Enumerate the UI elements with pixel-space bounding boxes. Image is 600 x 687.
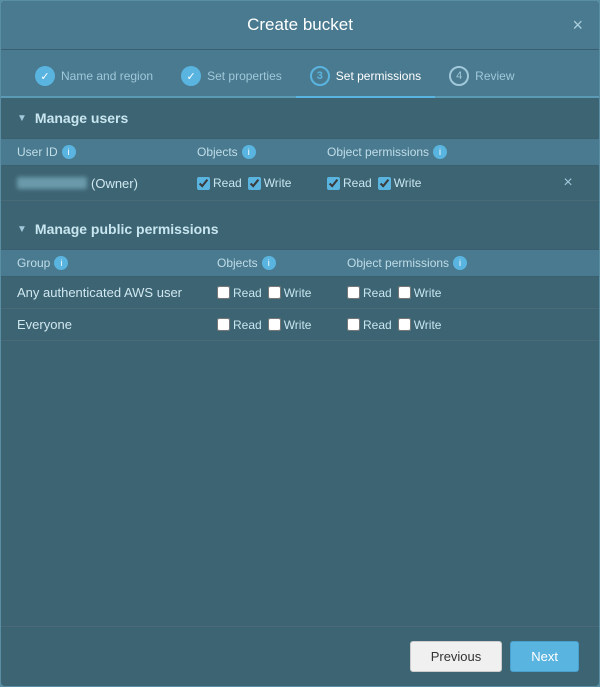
obj-permissions-col-header-users: Object permissions i [327, 145, 553, 159]
user-row: (Owner) Read Write [1, 166, 599, 201]
permissions-checkboxes-user: Read Write [327, 176, 553, 190]
aws-permissions-read-label[interactable]: Read [347, 286, 392, 300]
step-icon-4: 4 [449, 66, 469, 86]
permissions-checkboxes-everyone: Read Write [347, 318, 583, 332]
everyone-objects-read-checkbox[interactable] [217, 318, 230, 331]
modal-footer: Previous Next [1, 626, 599, 686]
step-icon-3: 3 [310, 66, 330, 86]
next-button[interactable]: Next [510, 641, 579, 672]
user-id-cell: (Owner) [17, 176, 197, 191]
step-set-permissions[interactable]: 3 Set permissions [296, 60, 435, 98]
owner-label: (Owner) [91, 176, 138, 191]
manage-public-section: ▼ Manage public permissions Group i Obje… [1, 209, 599, 341]
step-label-4: Review [475, 69, 514, 83]
objects-checkboxes-aws: Read Write [217, 286, 347, 300]
manage-public-content: Group i Objects i Object permissions i A… [1, 249, 599, 341]
aws-permissions-write-label[interactable]: Write [398, 286, 442, 300]
everyone-permissions-write-checkbox[interactable] [398, 318, 411, 331]
user-id-blurred [17, 177, 87, 189]
objects-info-icon-public[interactable]: i [262, 256, 276, 270]
everyone-permissions-read-label[interactable]: Read [347, 318, 392, 332]
collapse-arrow-public: ▼ [17, 224, 27, 235]
step-label-1: Name and region [61, 69, 153, 83]
objects-write-checkbox-user[interactable] [248, 177, 261, 190]
objects-info-icon-users[interactable]: i [242, 145, 256, 159]
manage-public-label: Manage public permissions [35, 221, 219, 237]
objects-checkboxes-everyone: Read Write [217, 318, 347, 332]
manage-users-header[interactable]: ▼ Manage users [1, 98, 599, 138]
permissions-write-checkbox-user[interactable] [378, 177, 391, 190]
group-info-icon[interactable]: i [54, 256, 68, 270]
previous-button[interactable]: Previous [410, 641, 503, 672]
collapse-arrow-users: ▼ [17, 113, 27, 124]
everyone-objects-write-checkbox[interactable] [268, 318, 281, 331]
user-id-info-icon[interactable]: i [62, 145, 76, 159]
users-table-header: User ID i Objects i Object permissions i [1, 138, 599, 166]
step-name-region[interactable]: ✓ Name and region [21, 60, 167, 96]
modal-header: Create bucket × [1, 1, 599, 50]
everyone-row: Everyone Read Write [1, 309, 599, 341]
everyone-permissions-read-checkbox[interactable] [347, 318, 360, 331]
step-set-properties[interactable]: ✓ Set properties [167, 60, 296, 96]
objects-read-checkbox-user[interactable] [197, 177, 210, 190]
step-review[interactable]: 4 Review [435, 60, 528, 96]
objects-write-label-user[interactable]: Write [248, 176, 292, 190]
wizard-steps: ✓ Name and region ✓ Set properties 3 Set… [1, 50, 599, 98]
everyone-objects-write-label[interactable]: Write [268, 318, 312, 332]
everyone-group-label: Everyone [17, 317, 217, 332]
aws-objects-write-checkbox[interactable] [268, 286, 281, 299]
user-id-col-header: User ID i [17, 145, 197, 159]
obj-permissions-col-header-public: Object permissions i [347, 256, 583, 270]
objects-checkboxes-user: Read Write [197, 176, 327, 190]
create-bucket-modal: Create bucket × ✓ Name and region ✓ Set … [1, 1, 599, 686]
step-icon-1: ✓ [35, 66, 55, 86]
public-table-header: Group i Objects i Object permissions i [1, 249, 599, 277]
remove-user-button[interactable]: × [553, 174, 583, 192]
manage-users-content: User ID i Objects i Object permissions i [1, 138, 599, 201]
aws-objects-read-label[interactable]: Read [217, 286, 262, 300]
aws-objects-read-checkbox[interactable] [217, 286, 230, 299]
aws-user-group-label: Any authenticated AWS user [17, 285, 217, 300]
modal-title: Create bucket [247, 15, 353, 35]
modal-body: ▼ Manage users User ID i Objects i Objec… [1, 98, 599, 626]
manage-users-label: Manage users [35, 110, 128, 126]
aws-permissions-write-checkbox[interactable] [398, 286, 411, 299]
close-button[interactable]: × [572, 16, 583, 34]
step-label-2: Set properties [207, 69, 282, 83]
aws-user-row: Any authenticated AWS user Read Write [1, 277, 599, 309]
obj-permissions-info-icon-public[interactable]: i [453, 256, 467, 270]
group-col-header: Group i [17, 256, 217, 270]
permissions-write-label-user[interactable]: Write [378, 176, 422, 190]
objects-col-header-users: Objects i [197, 145, 327, 159]
aws-objects-write-label[interactable]: Write [268, 286, 312, 300]
manage-public-header[interactable]: ▼ Manage public permissions [1, 209, 599, 249]
everyone-permissions-write-label[interactable]: Write [398, 318, 442, 332]
everyone-objects-read-label[interactable]: Read [217, 318, 262, 332]
permissions-read-label-user[interactable]: Read [327, 176, 372, 190]
step-icon-2: ✓ [181, 66, 201, 86]
permissions-read-checkbox-user[interactable] [327, 177, 340, 190]
permissions-checkboxes-aws: Read Write [347, 286, 583, 300]
objects-read-label-user[interactable]: Read [197, 176, 242, 190]
obj-permissions-info-icon-users[interactable]: i [433, 145, 447, 159]
aws-permissions-read-checkbox[interactable] [347, 286, 360, 299]
manage-users-section: ▼ Manage users User ID i Objects i Objec… [1, 98, 599, 201]
objects-col-header-public: Objects i [217, 256, 347, 270]
step-label-3: Set permissions [336, 69, 421, 83]
